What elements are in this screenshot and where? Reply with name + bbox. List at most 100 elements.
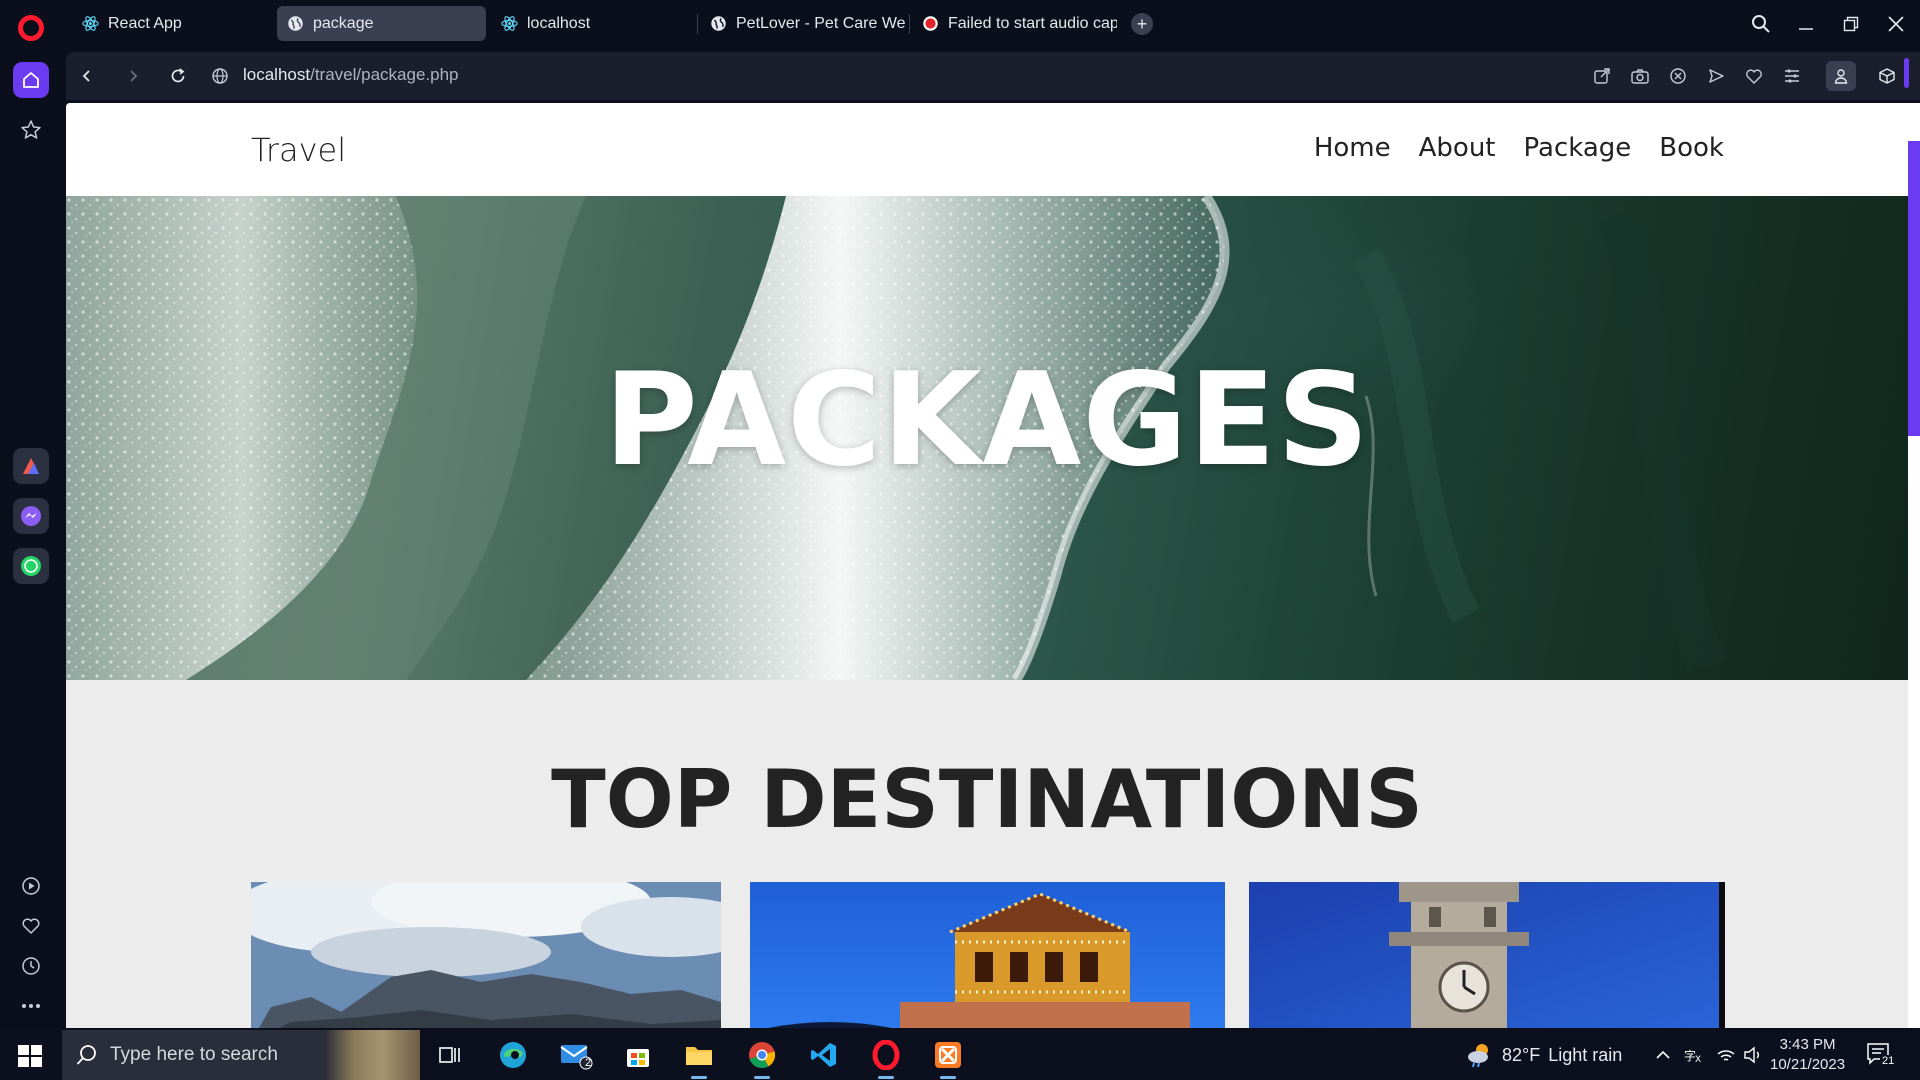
- bookmarks-star-icon[interactable]: [13, 112, 49, 148]
- volume-icon[interactable]: [1742, 1044, 1764, 1066]
- page-scrollbar[interactable]: [1908, 103, 1920, 1028]
- system-clock[interactable]: 3:43 PM 10/21/2023: [1770, 1035, 1845, 1075]
- weather-temp: 82°F: [1502, 1044, 1541, 1065]
- site-header: Travel Home About Package Book: [66, 103, 1908, 196]
- tab-petlover[interactable]: PetLover - Pet Care Websi: [700, 6, 905, 41]
- tab-label: package: [313, 14, 374, 32]
- clock-date: 10/21/2023: [1770, 1056, 1846, 1073]
- minimize-icon[interactable]: [1792, 10, 1820, 38]
- extensions-cube-icon[interactable]: [1875, 64, 1899, 88]
- more-options-icon[interactable]: [13, 988, 49, 1024]
- globe-icon: [710, 15, 727, 32]
- section-title: TOP DESTINATIONS: [551, 753, 1423, 846]
- scrollbar-thumb[interactable]: [1908, 141, 1920, 436]
- record-icon: [922, 15, 939, 32]
- site-info-globe-icon[interactable]: [206, 62, 234, 90]
- forward-icon[interactable]: [119, 62, 147, 90]
- close-icon[interactable]: [1882, 10, 1910, 38]
- nav-about-link[interactable]: About: [1419, 133, 1496, 163]
- edge-icon[interactable]: [495, 1037, 531, 1073]
- whatsapp-icon[interactable]: [13, 548, 49, 584]
- destination-card-mountains[interactable]: [251, 882, 721, 1028]
- taskbar-search-box[interactable]: Type here to search: [62, 1030, 420, 1080]
- chrome-icon[interactable]: [744, 1037, 780, 1079]
- tab-react-app[interactable]: React App: [72, 6, 272, 41]
- browser-toolbar: localhost/travel/package.php: [66, 52, 1920, 100]
- tab-localhost[interactable]: localhost: [491, 6, 691, 41]
- show-hidden-icons-chevron-icon[interactable]: [1652, 1044, 1674, 1066]
- tab-separator: [909, 14, 910, 34]
- tab-search-icon[interactable]: [1747, 10, 1775, 38]
- heart-icon[interactable]: [1742, 64, 1766, 88]
- file-explorer-icon[interactable]: [681, 1037, 717, 1079]
- react-icon: [82, 15, 99, 32]
- site-nav: Home About Package Book: [1314, 133, 1724, 163]
- destination-card-temple[interactable]: [750, 882, 1225, 1028]
- profile-icon[interactable]: [1826, 61, 1856, 91]
- tab-label: Failed to start audio captu: [948, 14, 1117, 32]
- aria-ai-icon[interactable]: [13, 448, 49, 484]
- ad-blocker-icon[interactable]: [1666, 64, 1690, 88]
- opera-logo-icon[interactable]: [18, 15, 44, 41]
- send-icon[interactable]: [1704, 64, 1728, 88]
- weather-condition: Light rain: [1548, 1044, 1623, 1065]
- tab-package[interactable]: package: [277, 6, 486, 41]
- windows-start-icon[interactable]: [18, 1045, 42, 1072]
- tab-separator: [697, 14, 698, 34]
- svg-text:X: X: [1695, 1055, 1701, 1064]
- tab-label: PetLover - Pet Care Websi: [736, 14, 905, 32]
- tab-audio-capture[interactable]: Failed to start audio captu: [912, 6, 1117, 41]
- restore-icon[interactable]: [1837, 10, 1865, 38]
- destination-card-clock-tower[interactable]: [1249, 882, 1725, 1028]
- search-icon: [76, 1044, 98, 1071]
- lit-temple-night-image: [750, 882, 1225, 1028]
- search-highlight-image: [325, 1030, 420, 1080]
- clock-time: 3:43 PM: [1779, 1036, 1836, 1053]
- task-view-icon[interactable]: [432, 1037, 468, 1073]
- home-icon[interactable]: [13, 62, 49, 98]
- opera-sidebar: [0, 48, 62, 1030]
- messenger-icon[interactable]: [13, 498, 49, 534]
- clock-tower-image: [1249, 882, 1725, 1028]
- snapshot-camera-icon[interactable]: [1628, 64, 1652, 88]
- share-icon[interactable]: [1590, 64, 1614, 88]
- tab-label: React App: [108, 14, 182, 32]
- windows-taskbar: Type here to search 2 82°F Light rain 字 …: [0, 1030, 1920, 1080]
- tab-label: localhost: [527, 14, 591, 32]
- search-placeholder: Type here to search: [110, 1044, 278, 1065]
- xampp-icon[interactable]: [930, 1037, 966, 1079]
- mail-badge: 2: [585, 1057, 592, 1069]
- nav-book-link[interactable]: Book: [1659, 133, 1724, 163]
- nav-package-link[interactable]: Package: [1524, 133, 1632, 163]
- notification-center-icon[interactable]: 21: [1866, 1042, 1897, 1068]
- react-icon: [501, 15, 518, 32]
- site-brand[interactable]: Travel: [251, 131, 346, 169]
- back-icon[interactable]: [73, 62, 101, 90]
- weather-widget[interactable]: 82°F Light rain: [1466, 1042, 1622, 1068]
- url-path: /travel/package.php: [310, 65, 459, 84]
- browser-tab-strip: React App package localhost PetLover - P…: [0, 0, 1920, 48]
- player-icon[interactable]: [13, 868, 49, 904]
- mail-icon[interactable]: 2: [558, 1037, 594, 1073]
- url-host: localhost: [243, 65, 311, 84]
- mountain-landscape-image: [251, 882, 721, 1028]
- rain-cloud-icon: [1468, 1044, 1488, 1068]
- my-flow-heart-icon[interactable]: [13, 908, 49, 944]
- sidebar-toggle-accent: [1904, 58, 1909, 88]
- web-page-viewport: Travel Home About Package Book PACKAGES …: [66, 103, 1908, 1028]
- wifi-icon[interactable]: [1715, 1044, 1737, 1066]
- history-clock-icon[interactable]: [13, 948, 49, 984]
- nav-home-link[interactable]: Home: [1314, 133, 1391, 163]
- notification-count: 21: [1880, 1055, 1897, 1067]
- new-tab-button[interactable]: +: [1131, 13, 1153, 35]
- hero-title: PACKAGES: [604, 346, 1370, 495]
- vscode-icon[interactable]: [806, 1037, 842, 1073]
- easy-setup-icon[interactable]: [1780, 64, 1804, 88]
- microsoft-store-icon[interactable]: [620, 1037, 656, 1073]
- globe-icon: [287, 15, 304, 32]
- hero-banner: PACKAGES: [66, 196, 1908, 680]
- address-bar-url[interactable]: localhost/travel/package.php: [243, 65, 459, 85]
- reload-icon[interactable]: [164, 62, 192, 90]
- opera-taskbar-icon[interactable]: [868, 1037, 904, 1079]
- input-language-icon[interactable]: 字X: [1682, 1044, 1704, 1066]
